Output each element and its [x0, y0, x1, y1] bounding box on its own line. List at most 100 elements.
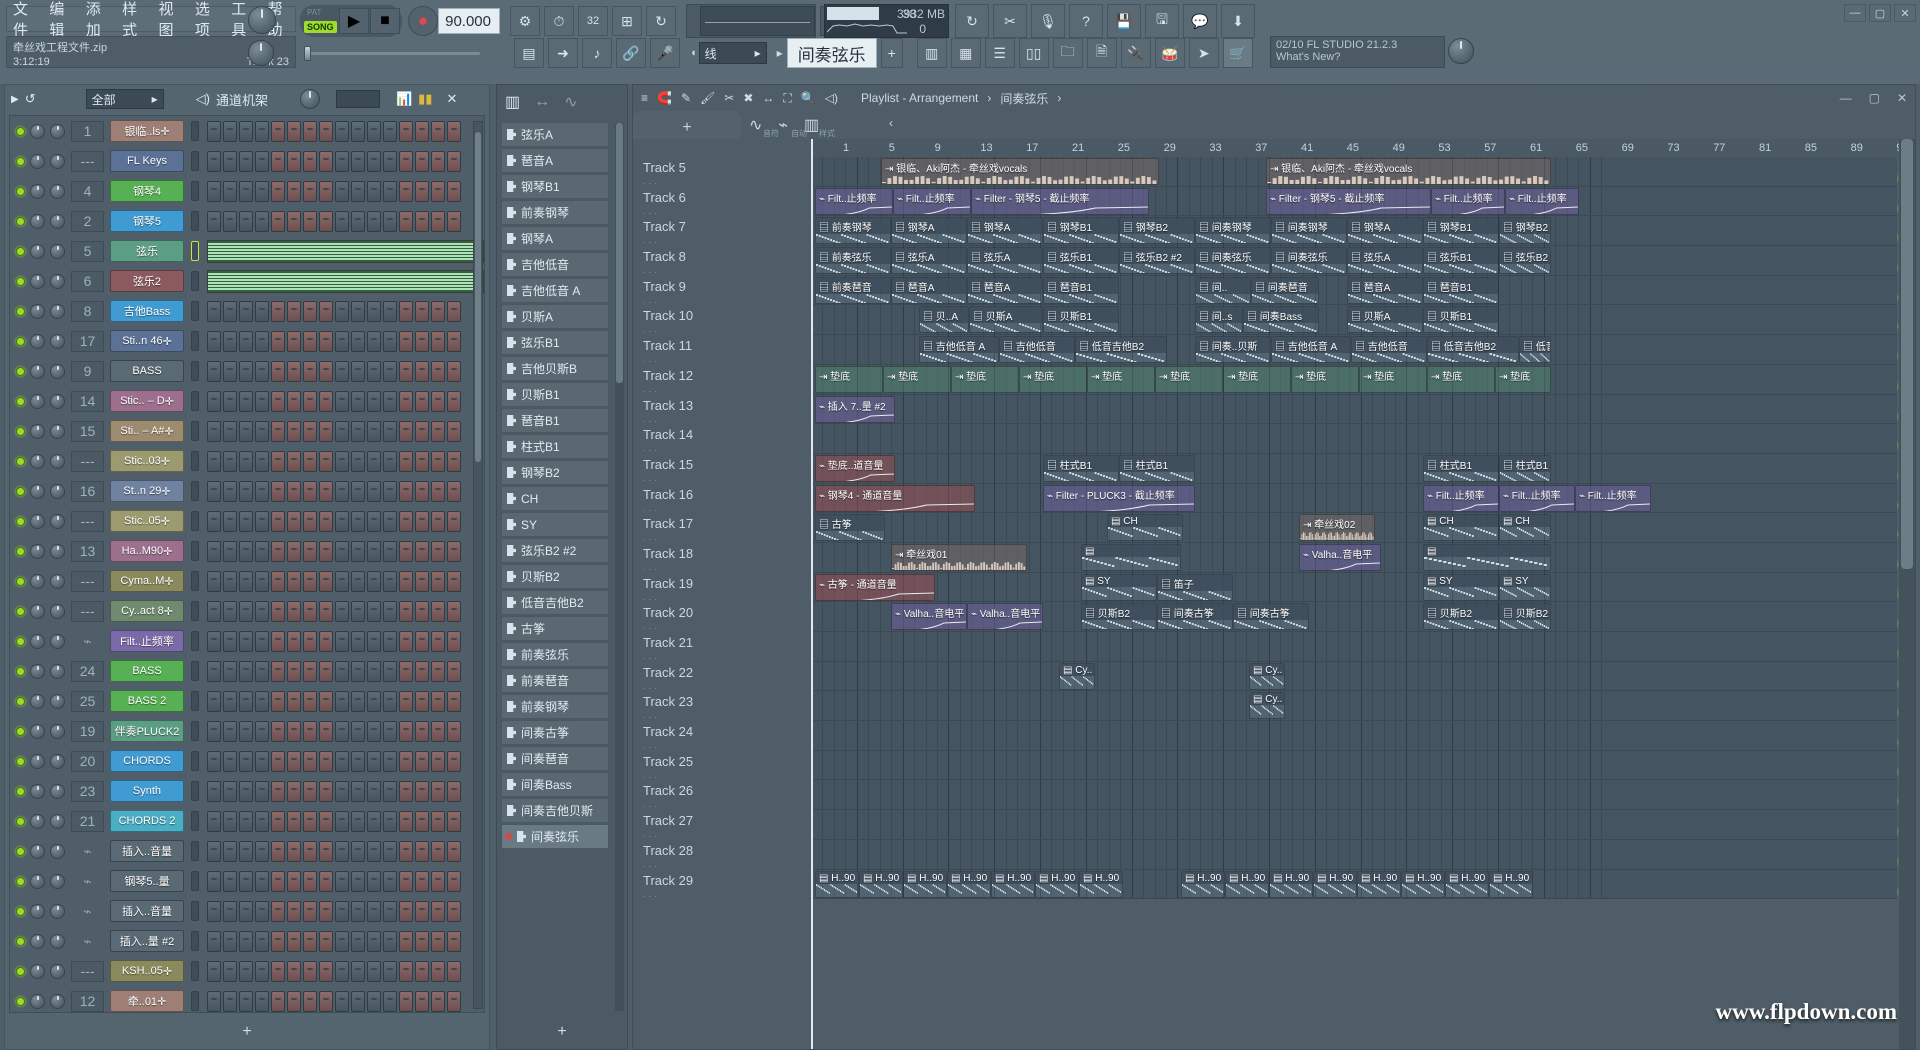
step-button[interactable] — [383, 450, 397, 472]
track-name[interactable]: Track 23 · · · — [633, 691, 811, 722]
step-button[interactable] — [303, 690, 317, 712]
channel-row[interactable]: ⌁ 插入..音量 — [10, 896, 484, 926]
playlist-track-row[interactable]: Track 21 · · · — [633, 632, 1915, 663]
playlist-clip[interactable]: ⇥ 银临、Aki阿杰 - 牵丝戏vocals — [1266, 158, 1551, 185]
playlist-track-row[interactable]: Track 19 · · · ⌁ 古筝 - 通道音量 ▤ SY ▤ 笛子 ▤ SY ▤ SY — [633, 572, 1915, 604]
step-button[interactable] — [399, 690, 413, 712]
download-icon[interactable]: ⬇ — [1221, 4, 1255, 38]
step-button[interactable] — [383, 750, 397, 772]
step-button[interactable] — [239, 630, 253, 652]
channel-pan-knob[interactable] — [30, 393, 45, 409]
track-name[interactable]: Track 17 · · · — [633, 513, 811, 544]
step-button[interactable] — [319, 420, 333, 442]
track-name[interactable]: Track 9 · · · — [633, 276, 811, 307]
playlist-clip[interactable]: ▤ H..90 — [1445, 870, 1489, 898]
step-button[interactable] — [431, 540, 445, 562]
channel-volume-knob[interactable] — [50, 333, 65, 349]
step-button[interactable] — [223, 300, 237, 322]
step-button[interactable] — [239, 870, 253, 892]
channel-mute-led[interactable] — [16, 816, 25, 826]
step-button[interactable] — [319, 180, 333, 202]
step-button[interactable] — [415, 210, 429, 232]
rack-swing-knob[interactable] — [299, 89, 320, 109]
step-button[interactable] — [223, 870, 237, 892]
channel-pan-knob[interactable] — [30, 663, 45, 679]
picker-link-icon[interactable]: ↔ — [534, 93, 550, 111]
step-button[interactable] — [335, 690, 349, 712]
step-button[interactable] — [287, 390, 301, 412]
step-button[interactable] — [223, 780, 237, 802]
playlist-clip[interactable]: ▤ 间奏Bass — [1243, 306, 1319, 334]
playlist-clip[interactable]: ▤ 钢琴A — [1347, 217, 1423, 245]
maximize-button[interactable]: ▢ — [1869, 4, 1891, 22]
step-button[interactable] — [223, 630, 237, 652]
step-button[interactable] — [255, 960, 269, 982]
track-name[interactable]: Track 26 · · · — [633, 780, 811, 811]
playlist-track-row[interactable]: Track 16 · · · ⌁ 钢琴4 - 通道音量 ⌁ Filter - PLUC… — [633, 483, 1915, 515]
track-lane[interactable] — [811, 750, 1897, 781]
step-button[interactable] — [271, 990, 285, 1012]
channel-pan-knob[interactable] — [30, 243, 45, 259]
channel-name-button[interactable]: Synth — [110, 780, 184, 802]
step-button[interactable] — [255, 660, 269, 682]
playlist-track-row[interactable]: Track 18 · · · ⇥ 牵丝戏01 ▤ ⌁ Valha..音电平 ▤ — [633, 542, 1915, 574]
step-button[interactable] — [287, 840, 301, 862]
step-button[interactable] — [255, 930, 269, 952]
step-button[interactable] — [255, 780, 269, 802]
step-button[interactable] — [447, 600, 461, 622]
pattern-list-item[interactable]: 贝斯B2 — [501, 564, 609, 589]
channel-row[interactable]: 5 弦乐 — [10, 236, 484, 266]
step-button[interactable] — [207, 480, 221, 502]
step-button[interactable] — [207, 690, 221, 712]
step-button[interactable] — [319, 390, 333, 412]
step-button[interactable] — [431, 810, 445, 832]
channel-volume-knob[interactable] — [50, 663, 65, 679]
track-name[interactable]: Track 28 · · · — [633, 840, 811, 871]
playlist-clip[interactable]: ▤ Cy.. — [1249, 692, 1285, 720]
playlist-clip[interactable]: ▤ H..90 — [947, 870, 991, 898]
step-button[interactable] — [415, 870, 429, 892]
pattern-list-item[interactable]: 弦乐B1 — [501, 330, 609, 355]
channel-pan-knob[interactable] — [30, 153, 45, 169]
step-button[interactable] — [319, 150, 333, 172]
step-button[interactable] — [415, 750, 429, 772]
step-button[interactable] — [255, 300, 269, 322]
step-button[interactable] — [239, 960, 253, 982]
step-button[interactable] — [239, 570, 253, 592]
step-button[interactable] — [207, 540, 221, 562]
playlist-track-row[interactable]: Track 11 · · · ▤ 吉他低音 A ▤ 吉他低音 ▤ 低音吉他B2 ▤ 间奏.… — [633, 335, 1915, 366]
playlist-clip[interactable]: ▤ 笛子 — [1157, 573, 1233, 601]
step-button[interactable] — [415, 720, 429, 742]
step-sequencer-row[interactable] — [207, 300, 461, 322]
menu-item-file[interactable]: 文件 — [13, 0, 40, 40]
step-button[interactable] — [399, 480, 413, 502]
playlist-clip[interactable]: ▤ 贝斯A — [1347, 306, 1423, 334]
step-button[interactable] — [287, 630, 301, 652]
playlist-clip[interactable]: ⌁ 钢琴4 - 通道音量 — [815, 484, 975, 512]
step-button[interactable] — [303, 450, 317, 472]
channel-mute-led[interactable] — [16, 276, 25, 286]
channel-pan-knob[interactable] — [30, 333, 45, 349]
pattern-list-item[interactable]: 间奏弦乐 — [501, 824, 609, 849]
step-button[interactable] — [447, 360, 461, 382]
step-button[interactable] — [271, 210, 285, 232]
track-name[interactable]: Track 21 · · · — [633, 632, 811, 663]
step-button[interactable] — [271, 690, 285, 712]
step-button[interactable] — [271, 120, 285, 142]
step-button[interactable] — [335, 900, 349, 922]
channel-select-strip[interactable] — [191, 661, 199, 681]
step-button[interactable] — [351, 900, 365, 922]
step-button[interactable] — [255, 600, 269, 622]
channel-name-button[interactable]: Stic.. – D ✛ — [110, 390, 184, 412]
channel-pan-knob[interactable] — [30, 453, 45, 469]
step-button[interactable] — [255, 360, 269, 382]
step-button[interactable] — [431, 180, 445, 202]
step-button[interactable] — [223, 960, 237, 982]
channel-row[interactable]: 20 CHORDS — [10, 746, 484, 776]
step-button[interactable] — [319, 570, 333, 592]
channel-volume-knob[interactable] — [50, 453, 65, 469]
playlist-track-row[interactable]: Track 22 · · · ▤ Cy.. ▤ Cy.. — [633, 661, 1915, 693]
step-button[interactable] — [415, 780, 429, 802]
step-button[interactable] — [367, 570, 381, 592]
step-button[interactable] — [319, 120, 333, 142]
